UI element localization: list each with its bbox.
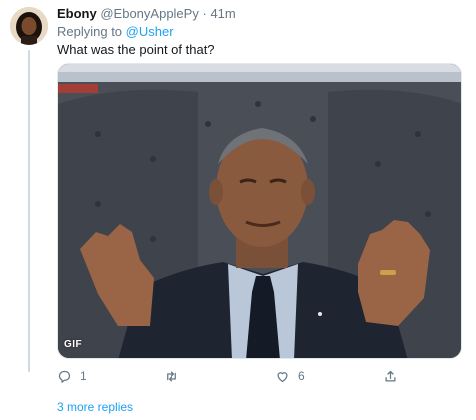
tweet-text: What was the point of that?: [57, 42, 215, 57]
avatar[interactable]: [10, 7, 48, 45]
like-count: 6: [298, 369, 305, 383]
share-button[interactable]: [383, 366, 398, 386]
reply-icon: [58, 370, 71, 383]
tweet-actions: 1 6: [57, 366, 462, 386]
retweet-button[interactable]: [164, 366, 187, 386]
user-handle[interactable]: @EbonyApplePy: [100, 6, 198, 21]
gif-media[interactable]: GIF: [57, 63, 462, 359]
share-icon: [385, 370, 396, 381]
gif-image: [58, 64, 461, 358]
tweet-header: Ebony @EbonyApplePy · 41m: [57, 6, 236, 22]
thread-line: [28, 50, 30, 372]
reply-count: 1: [80, 369, 87, 383]
replying-label: Replying to: [57, 24, 123, 39]
timestamp[interactable]: 41m: [210, 6, 235, 21]
separator-dot: ·: [202, 6, 207, 21]
avatar-image: [10, 7, 48, 45]
replying-to: Replying to @Usher: [57, 24, 174, 40]
retweet-icon: [167, 371, 176, 381]
gif-badge: GIF: [64, 339, 83, 350]
like-button[interactable]: 6: [275, 366, 305, 386]
mention-link[interactable]: @Usher: [126, 24, 174, 39]
heart-icon: [277, 371, 288, 382]
more-replies-link[interactable]: 3 more replies: [57, 400, 133, 414]
reply-button[interactable]: 1: [57, 366, 87, 386]
display-name[interactable]: Ebony: [57, 6, 97, 21]
